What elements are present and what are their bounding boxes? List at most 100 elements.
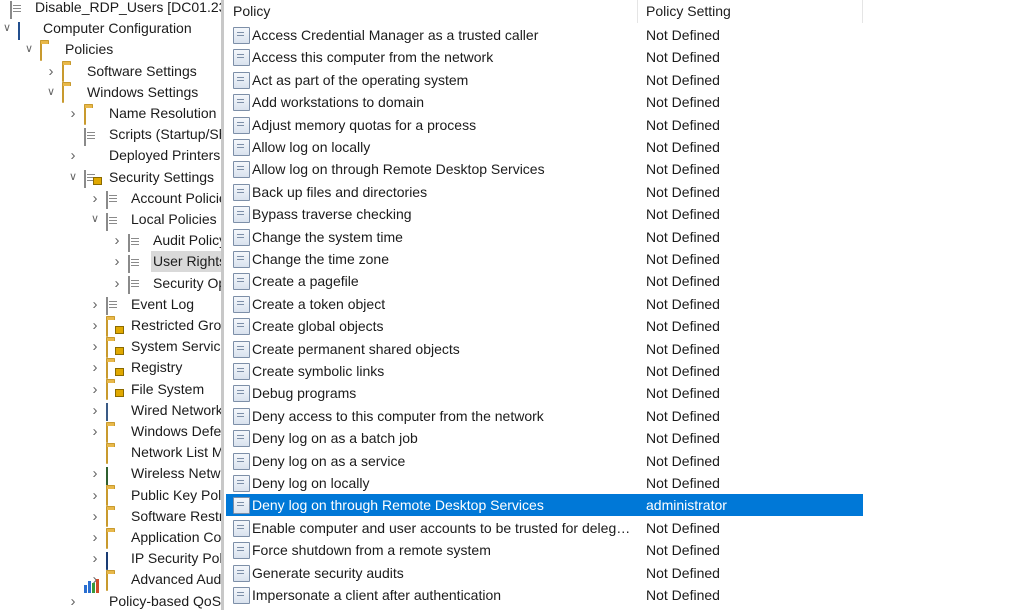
tree-item[interactable]: › Account Policies (88, 188, 221, 210)
tree-item[interactable]: Disable_RDP_Users [DC01.23.LOCAL] (0, 0, 221, 19)
policy-row[interactable]: Adjust memory quotas for a process Not De… (226, 114, 863, 136)
policy-row[interactable]: Deny log on as a batch job Not Defined (226, 427, 863, 449)
tree-item[interactable]: › Public Key Policies (88, 485, 221, 507)
chevron-right-icon[interactable]: › (66, 103, 80, 124)
chevron-right-icon[interactable]: › (88, 506, 102, 527)
tree-item-label: Computer Configuration (43, 20, 192, 37)
column-divider[interactable] (862, 0, 863, 23)
chevron-right-icon[interactable]: › (88, 463, 102, 484)
policy-row[interactable]: Change the time zone Not Defined (226, 248, 863, 270)
chevron-right-icon[interactable]: › (66, 591, 80, 610)
tree-item[interactable]: › Software Settings (44, 61, 199, 83)
policy-name: Deny log on as a service (252, 452, 406, 469)
column-divider[interactable] (637, 0, 638, 23)
policy-row[interactable]: Debug programs Not Defined (226, 382, 863, 404)
chevron-down-icon[interactable]: ∨ (22, 39, 36, 60)
tree-item[interactable]: Scripts (Startup/Shutdown) (66, 124, 221, 146)
tree-item[interactable]: › Windows Defender Firewall with Advanced… (88, 421, 221, 443)
chevron-down-icon[interactable]: ∨ (0, 18, 14, 39)
policy-row[interactable]: Allow log on through Remote Desktop Serv… (226, 158, 863, 180)
wireless-network-icon (106, 466, 124, 485)
policy-setting-value: Not Defined (646, 340, 720, 357)
policy-row[interactable]: Deny log on through Remote Desktop Servi… (226, 494, 863, 517)
chevron-right-icon[interactable]: › (88, 421, 102, 442)
chevron-right-icon[interactable]: › (44, 61, 58, 82)
tree-item[interactable]: ∨ Windows Settings (44, 82, 200, 104)
tree-item[interactable]: › Name Resolution Policy (66, 103, 221, 125)
chevron-right-icon[interactable]: › (110, 273, 124, 294)
chevron-right-icon[interactable]: › (88, 336, 102, 357)
tree-item[interactable]: › Wireless Network (IEEE 802.11) Policies (88, 463, 221, 485)
policy-row[interactable]: Change the system time Not Defined (226, 226, 863, 248)
tree-item[interactable]: › Registry (88, 357, 184, 379)
chevron-right-icon[interactable]: › (88, 357, 102, 378)
folder-icon (40, 42, 58, 61)
chevron-right-icon[interactable]: › (66, 145, 80, 166)
chevron-right-icon[interactable]: › (88, 379, 102, 400)
policy-row[interactable]: Create global objects Not Defined (226, 315, 863, 337)
policy-row[interactable]: Access Credential Manager as a trusted c… (226, 24, 863, 46)
policy-row[interactable]: Back up files and directories Not Defined (226, 181, 863, 203)
chevron-right-icon[interactable]: › (110, 251, 124, 272)
policy-setting-value: Not Defined (646, 27, 720, 43)
chevron-right-icon[interactable]: › (88, 485, 102, 506)
chevron-right-icon[interactable]: › (88, 294, 102, 315)
tree-item[interactable]: ∨ Security Settings (66, 167, 216, 189)
tree-item[interactable]: › Software Restriction Policies (88, 506, 221, 528)
tree-item[interactable]: ∨ Local Policies (88, 209, 219, 231)
policy-row[interactable]: Create symbolic links Not Defined (226, 360, 863, 382)
column-header-policy[interactable]: Policy (233, 0, 633, 23)
tree-item[interactable]: › User Rights Assignment (110, 251, 221, 273)
tree-item-label: Local Policies (131, 211, 217, 227)
policy-row[interactable]: Generate security audits Not Defined (226, 562, 863, 584)
chevron-right-icon[interactable]: › (88, 315, 102, 336)
policy-row[interactable]: Bypass traverse checking Not Defined (226, 203, 863, 225)
policy-row[interactable]: Deny access to this computer from the ne… (226, 405, 863, 427)
tree-item[interactable]: Network List Manager Policies (88, 442, 221, 464)
chevron-down-icon[interactable]: ∨ (66, 167, 80, 188)
column-header-policy-setting[interactable]: Policy Setting (646, 0, 846, 23)
tree-item[interactable]: › Policy-based QoS (66, 579, 221, 610)
policy-row[interactable]: Impersonate a client after authenticatio… (226, 584, 863, 606)
chevron-right-icon[interactable]: › (110, 230, 124, 251)
chevron-down-icon[interactable]: ∨ (44, 82, 58, 103)
chevron-right-icon[interactable]: › (88, 188, 102, 209)
policy-row[interactable]: Force shutdown from a remote system Not D… (226, 539, 863, 561)
tree-item[interactable]: › Deployed Printers (66, 145, 221, 166)
tree-splitter[interactable] (221, 0, 224, 610)
policy-row[interactable]: Allow log on locally Not Defined (226, 136, 863, 158)
chevron-right-icon[interactable]: › (88, 400, 102, 421)
policy-setting-value: Not Defined (646, 475, 720, 491)
policy-row[interactable]: Create permanent shared objects Not Defin… (226, 338, 863, 360)
tree-item[interactable]: › Security Options (110, 273, 221, 295)
policy-setting-value: Not Defined (646, 228, 720, 245)
tree-item[interactable]: › System Services (88, 336, 221, 358)
policy-row[interactable]: Create a pagefile Not Defined (226, 270, 863, 292)
policy-name: Impersonate a client after authenticatio… (252, 587, 502, 603)
policy-row[interactable]: Create a token object Not Defined (226, 293, 863, 315)
tree-item[interactable]: › IP Security Policies on Active Director… (88, 548, 221, 570)
policy-row[interactable]: Deny log on locally Not Defined (226, 472, 863, 494)
tree-item[interactable]: › Wired Network (IEEE 802.3) Policies (88, 400, 221, 422)
policy-row[interactable]: Access this computer from the network Not… (226, 46, 863, 68)
chevron-down-icon[interactable]: ∨ (88, 209, 102, 230)
tree-item[interactable]: › Audit Policy (110, 230, 221, 252)
tree-item-label: Audit Policy (153, 232, 221, 249)
chevron-right-icon[interactable]: › (88, 548, 102, 569)
tree-item[interactable]: ∨ Policies (22, 39, 115, 61)
policy-row[interactable]: Add workstations to domain Not Defined (226, 91, 863, 113)
tree-item[interactable]: ›Advanced Audit Policy Configuration (88, 569, 221, 591)
policy-row[interactable]: Deny log on as a service Not Defined (226, 450, 863, 472)
policy-setting-value: Not Defined (646, 542, 720, 559)
tree-item[interactable]: › Restricted Groups (88, 315, 221, 337)
tree-item[interactable]: ∨ Computer Configuration (0, 18, 194, 40)
tree-item[interactable]: › File System (88, 379, 206, 401)
tree-item[interactable]: › Application Control Policies (88, 527, 221, 549)
tree-item-label: Software Settings (87, 62, 197, 79)
tree-item[interactable]: › Event Log (88, 294, 196, 316)
policy-icon (233, 475, 250, 492)
chevron-right-icon[interactable]: › (88, 527, 102, 548)
policy-row[interactable]: Act as part of the operating system Not D… (226, 69, 863, 91)
policy-row[interactable]: Enable computer and user accounts to be … (226, 517, 863, 539)
policy-setting-value: Not Defined (646, 71, 720, 88)
